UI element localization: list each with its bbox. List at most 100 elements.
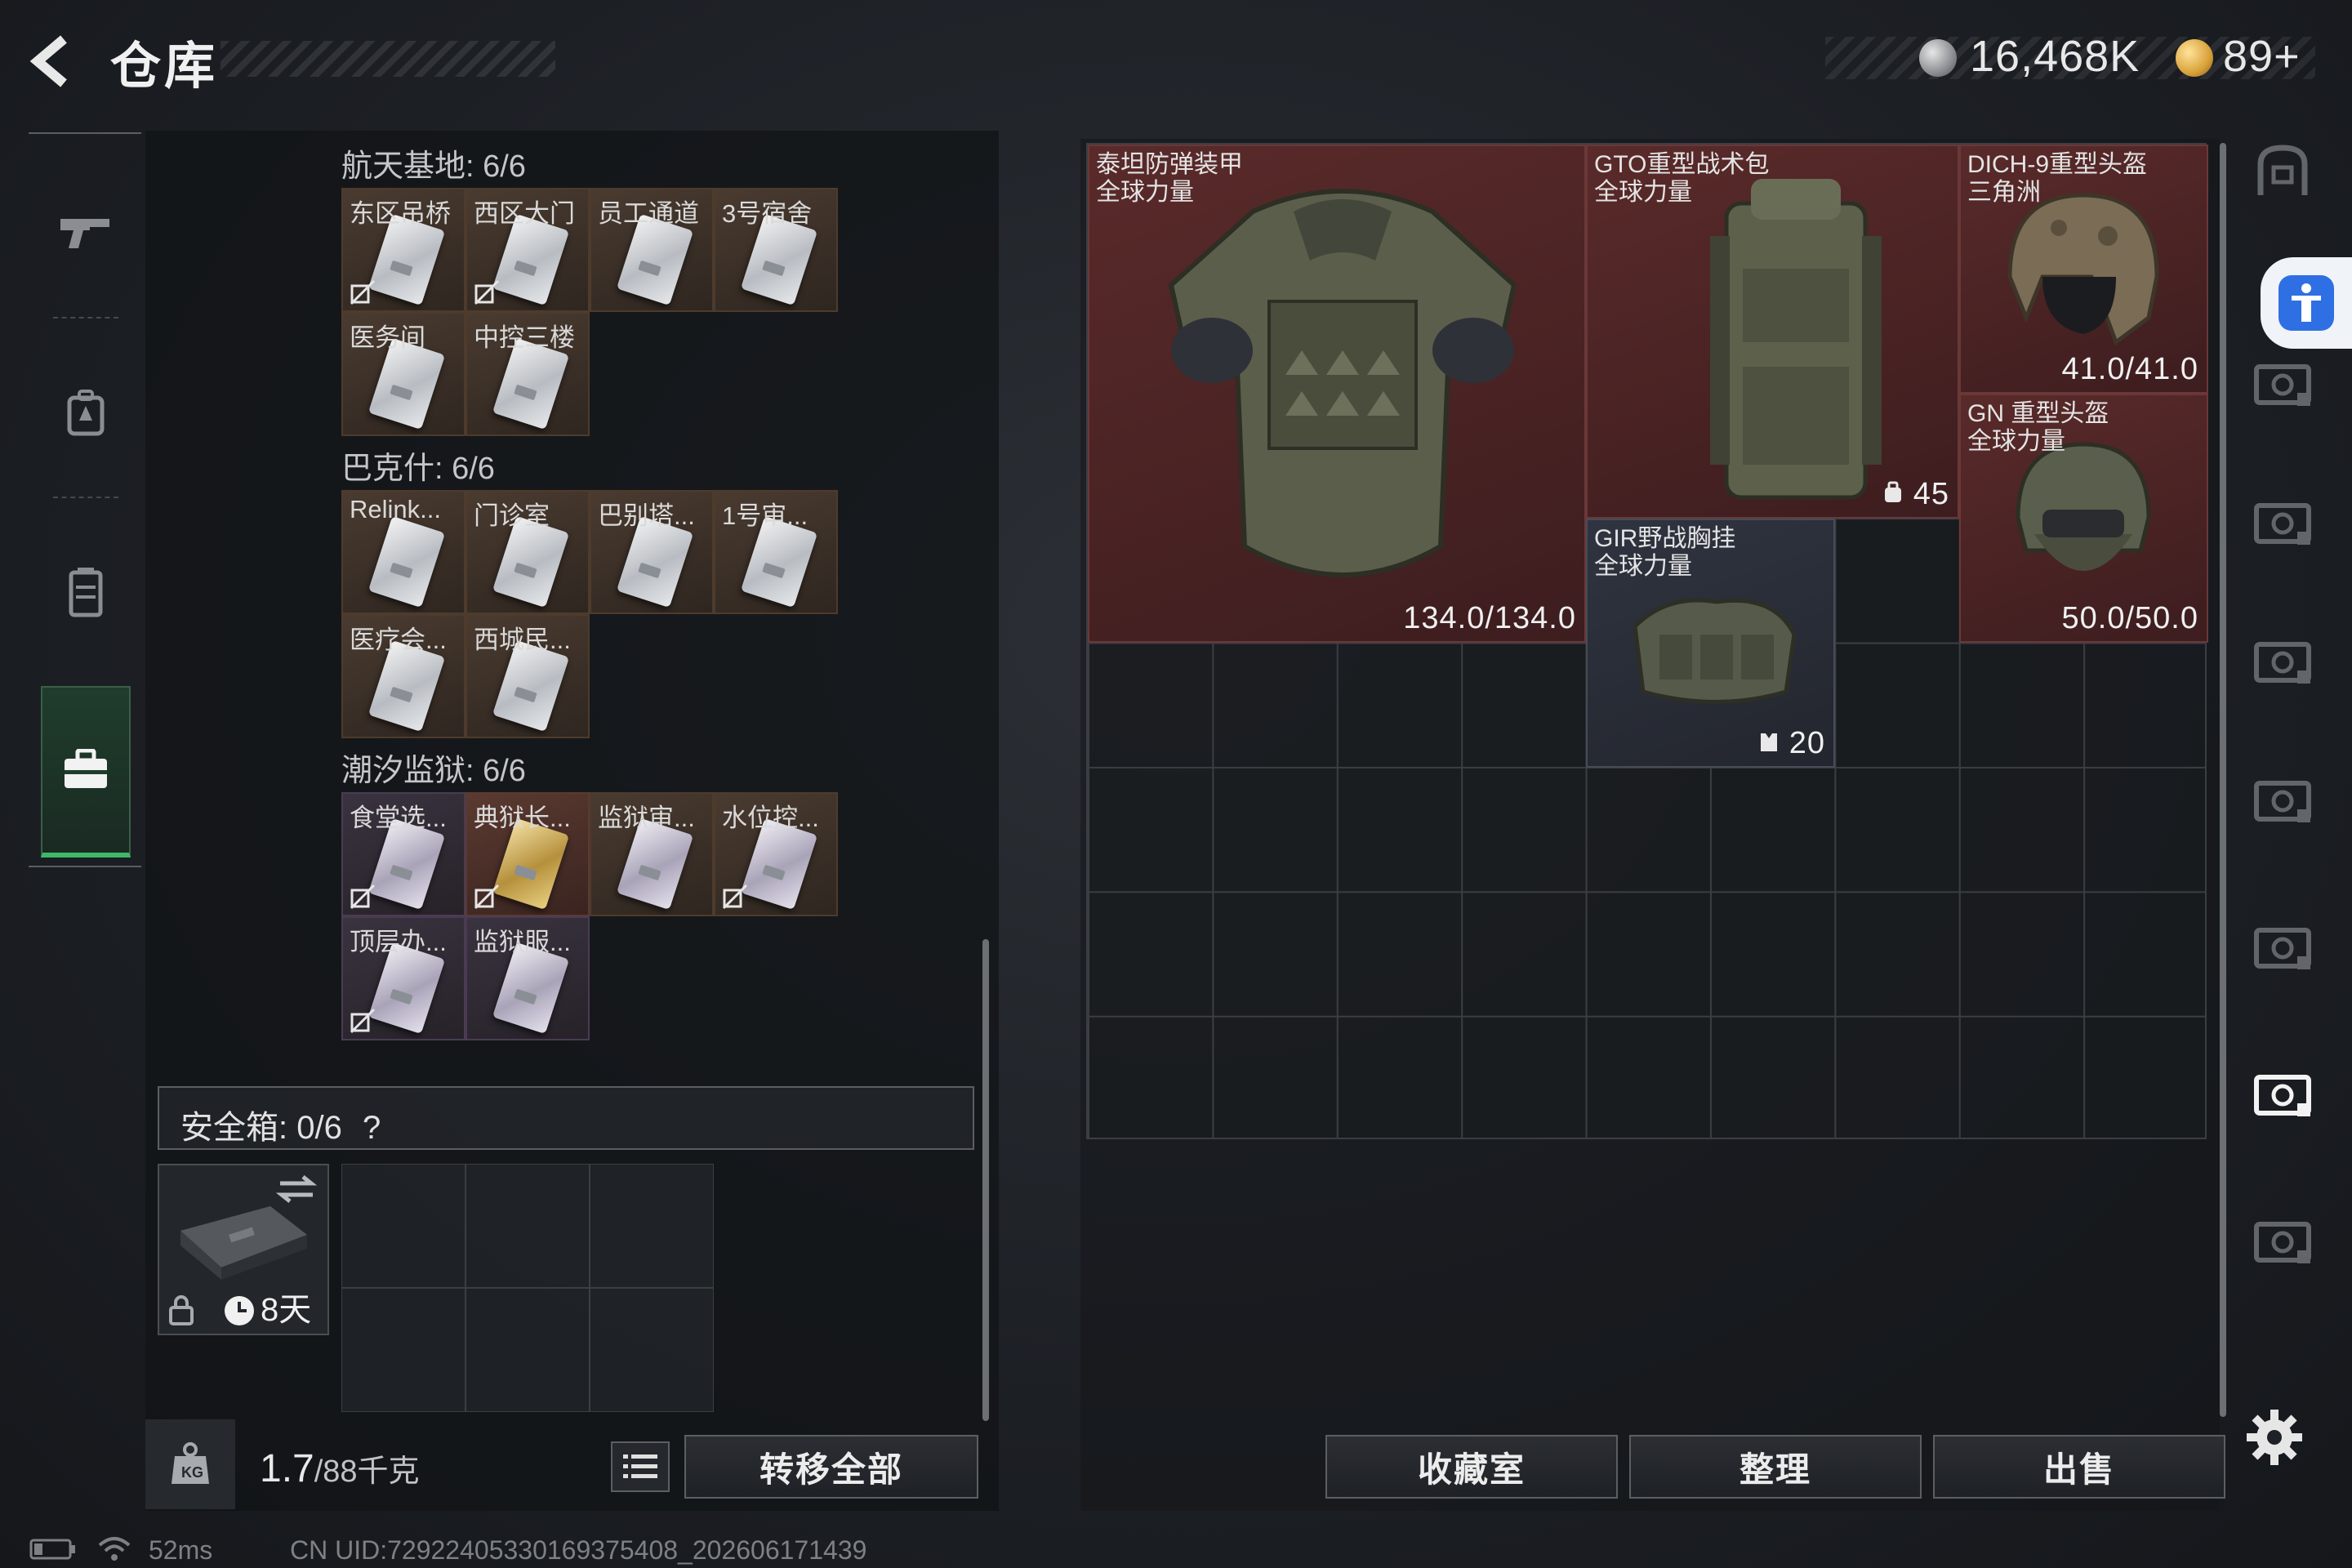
capacity-icon [1882,477,1913,511]
stash-tab-4[interactable] [2238,621,2328,702]
stash-item-chest-rig[interactable]: GIR野战胸挂 全球力量 20 [1586,519,1835,768]
collection-button[interactable]: 收藏室 [1325,1435,1618,1499]
user-uid: CN UID:72922405330169375408_202606171439 [290,1535,867,1565]
stash-tab-2[interactable] [2238,343,2328,425]
key-card-slot[interactable]: 1号审... [714,490,838,614]
key-card-label: 巴别塔... [598,501,695,530]
settings-button[interactable] [2242,1405,2307,1470]
safe-case[interactable]: 8天 [158,1164,329,1335]
key-card-slot[interactable]: 顶层办... [341,916,466,1040]
currency-gold[interactable]: 89+ [2223,31,2301,82]
vest-tab[interactable] [41,547,131,637]
organize-button[interactable]: 整理 [1629,1435,1922,1499]
stash-tab-3[interactable] [2238,482,2328,564]
sell-button[interactable]: 出售 [1933,1435,2225,1499]
key-card-slot[interactable]: Relink... [341,490,466,614]
key-card-slot[interactable]: 西城民... [466,614,590,738]
key-grid-baksh: Relink... 门诊室 巴别塔... 1号审... 医疗会... 西城民... [341,490,838,738]
key-card-label: 员工通道 [598,199,699,228]
ping-value: 52ms [149,1535,213,1565]
rail-top-divider [29,132,141,134]
battery-icon [29,1539,75,1560]
stash-tab-1[interactable] [2238,131,2328,212]
group-title-spacebase: 航天基地: 6/6 [341,149,526,184]
key-card-slot[interactable]: 食堂选... [341,792,466,916]
stash-item-backpack[interactable]: GTO重型战术包 全球力量 45 [1586,145,1959,519]
stash-home-icon [2257,145,2308,195]
backpack-image [1710,179,1882,500]
weight-icon: KG [172,1442,209,1484]
container-icon [2254,364,2311,406]
key-card-slot[interactable]: 典狱长... [466,792,590,916]
helmet-image [2007,193,2159,346]
container-icon [2254,781,2311,822]
key-panel-scrollbar[interactable] [982,939,989,1421]
case-tab[interactable] [41,686,131,858]
weight-lock-button[interactable]: KG [145,1419,235,1509]
key-card-label: 水位控... [722,804,819,832]
weapon-tab[interactable] [41,186,131,276]
stash-item-armor[interactable]: 泰坦防弹装甲 全球力量 134.0/134.0 [1088,145,1586,643]
key-card-slot[interactable]: 监狱服... [466,916,590,1040]
stash-scrollbar[interactable] [2220,143,2226,1417]
currency-silver: 16,468K [1970,32,2140,81]
safe-slot[interactable] [466,1288,590,1412]
key-card-label: 医务间 [350,323,425,352]
key-card-slot[interactable]: 监狱审... [590,792,714,916]
key-card-label: 顶层办... [350,928,447,956]
key-card-slot[interactable]: 西区大门 [466,188,590,312]
help-icon[interactable]: ? [363,1110,381,1146]
category-rail [29,131,143,874]
stash-item-helmet-dich9[interactable]: DICH-9重型头盔 三角洲 41.0/41.0 [1959,145,2208,394]
no-discard-icon [350,884,376,910]
stash-tab-7[interactable] [2238,1054,2328,1135]
container-icon [2254,503,2311,545]
safe-box-label: 安全箱: [180,1110,288,1146]
transfer-all-button[interactable]: 转移全部 [684,1435,978,1499]
item-source: 全球力量 [1594,553,1692,580]
safe-slot[interactable] [466,1164,590,1288]
key-card-slot[interactable]: 医务间 [341,312,466,436]
key-card-slot[interactable]: 员工通道 [590,188,714,312]
no-discard-icon [722,884,748,910]
safe-slot[interactable] [341,1288,466,1412]
key-card-slot[interactable]: 中控三楼 [466,312,590,436]
key-card-slot[interactable]: 3号宿舍 [714,188,838,312]
key-card-slot[interactable]: 医疗会... [341,614,466,738]
stash-tab-8[interactable] [2238,1200,2328,1282]
stash-tab-rail [2238,145,2328,1486]
backpack-tab[interactable] [41,368,131,457]
key-card-slot[interactable]: 东区吊桥 [341,188,466,312]
item-name: GTO重型战术包 [1594,151,1770,178]
no-discard-icon [474,279,500,305]
container-icon [2254,928,2311,969]
accessibility-button[interactable] [2261,257,2352,349]
key-grid-tide-prison: 食堂选... 典狱长... 监狱审... 水位控... 顶层办... 监狱服... [341,792,838,1040]
stash-item-helmet-gn[interactable]: GN 重型头盔 全球力量 50.0/50.0 [1959,394,2208,643]
wifi-icon [98,1537,131,1561]
item-source: 全球力量 [1594,179,1692,206]
chest-rig-image [1633,598,1797,704]
key-card-label: 监狱审... [598,804,695,832]
key-card-slot[interactable]: 门诊室 [466,490,590,614]
safe-case-image [180,1206,307,1280]
safe-slot[interactable] [590,1164,714,1288]
stash-tab-5[interactable] [2238,760,2328,841]
list-icon [623,1454,657,1478]
stash-tab-6[interactable] [2238,906,2328,988]
safe-slot[interactable] [341,1164,466,1288]
key-card-label: Relink... [350,495,441,523]
list-view-button[interactable] [611,1441,670,1492]
item-name: 泰坦防弹装甲 [1096,151,1243,178]
safe-slot[interactable] [590,1288,714,1412]
container-icon [2254,642,2311,684]
rail-bottom-divider [29,866,141,867]
key-card-label: 西城民... [474,626,571,654]
key-card-slot[interactable]: 巴别塔... [590,490,714,614]
item-source: 全球力量 [1096,179,1194,206]
back-button[interactable] [24,33,82,90]
key-card-slot[interactable]: 水位控... [714,792,838,916]
key-card-label: 中控三楼 [474,323,575,352]
gear-icon [2247,1410,2302,1465]
backpack-icon [67,390,105,436]
